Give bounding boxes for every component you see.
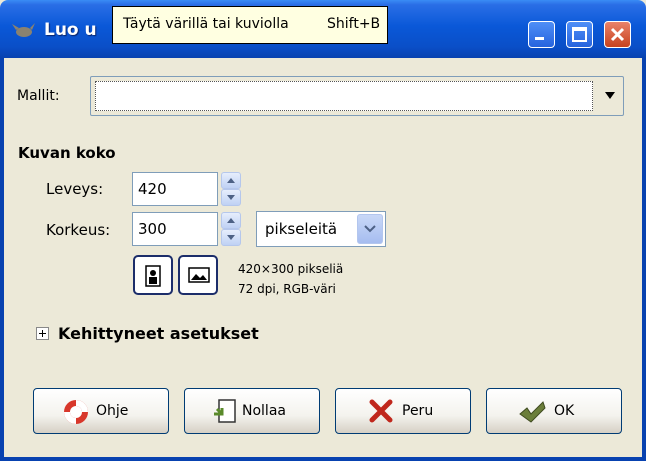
lifebuoy-icon xyxy=(64,400,88,424)
close-button[interactable] xyxy=(604,21,631,48)
width-label: Leveys: xyxy=(46,180,104,198)
red-x-icon xyxy=(369,399,393,423)
cancel-label: Peru xyxy=(402,403,434,419)
advanced-options-label[interactable]: Kehittyneet asetukset xyxy=(58,324,259,343)
width-spinner[interactable] xyxy=(221,172,241,206)
width-increase-icon[interactable] xyxy=(221,172,241,189)
ok-button[interactable]: OK xyxy=(486,388,622,434)
height-label: Korkeus: xyxy=(46,221,111,239)
reset-icon xyxy=(214,399,236,423)
portrait-icon xyxy=(145,265,161,287)
landscape-icon xyxy=(188,267,210,283)
templates-value xyxy=(95,81,593,111)
width-decrease-icon[interactable] xyxy=(221,189,241,206)
frame-right xyxy=(642,58,646,461)
height-spinner[interactable] xyxy=(221,212,241,246)
image-info-size: 420×300 pikseliä xyxy=(238,262,344,276)
ok-label: OK xyxy=(554,403,575,419)
minimize-button[interactable] xyxy=(528,21,555,48)
expand-icon[interactable] xyxy=(36,327,49,340)
height-input[interactable]: 300 xyxy=(132,212,218,246)
frame-left xyxy=(0,58,4,461)
maximize-button[interactable] xyxy=(566,21,593,48)
landscape-button[interactable] xyxy=(178,255,218,295)
portrait-button[interactable] xyxy=(133,255,173,295)
reset-label: Nollaa xyxy=(242,403,286,419)
frame-bottom xyxy=(0,457,646,461)
image-info-resolution: 72 dpi, RGB-väri xyxy=(238,282,336,296)
chevron-down-icon xyxy=(357,214,383,244)
cancel-button[interactable]: Peru xyxy=(335,388,471,434)
new-image-dialog: Luo u Täytä värillä tai kuviolla Shift+B… xyxy=(0,0,646,461)
unit-select[interactable]: pikseleitä xyxy=(256,211,386,247)
tooltip-shortcut: Shift+B xyxy=(327,16,381,32)
help-label: Ohje xyxy=(96,403,129,419)
unit-value: pikseleitä xyxy=(265,220,338,238)
chevron-down-icon xyxy=(605,92,615,99)
help-button[interactable]: Ohje xyxy=(33,388,169,434)
tooltip: Täytä värillä tai kuviolla Shift+B xyxy=(112,6,388,44)
height-decrease-icon[interactable] xyxy=(221,229,241,246)
checkmark-icon xyxy=(519,401,546,423)
tooltip-text: Täytä värillä tai kuviolla xyxy=(123,16,289,32)
image-size-title: Kuvan koko xyxy=(18,144,116,162)
templates-combo[interactable] xyxy=(90,76,624,116)
window-title: Luo u xyxy=(44,20,97,40)
templates-label: Mallit: xyxy=(17,88,60,104)
gimp-wilber-icon xyxy=(12,23,35,37)
height-increase-icon[interactable] xyxy=(221,212,241,229)
reset-button[interactable]: Nollaa xyxy=(184,388,320,434)
width-input[interactable]: 420 xyxy=(132,172,218,206)
